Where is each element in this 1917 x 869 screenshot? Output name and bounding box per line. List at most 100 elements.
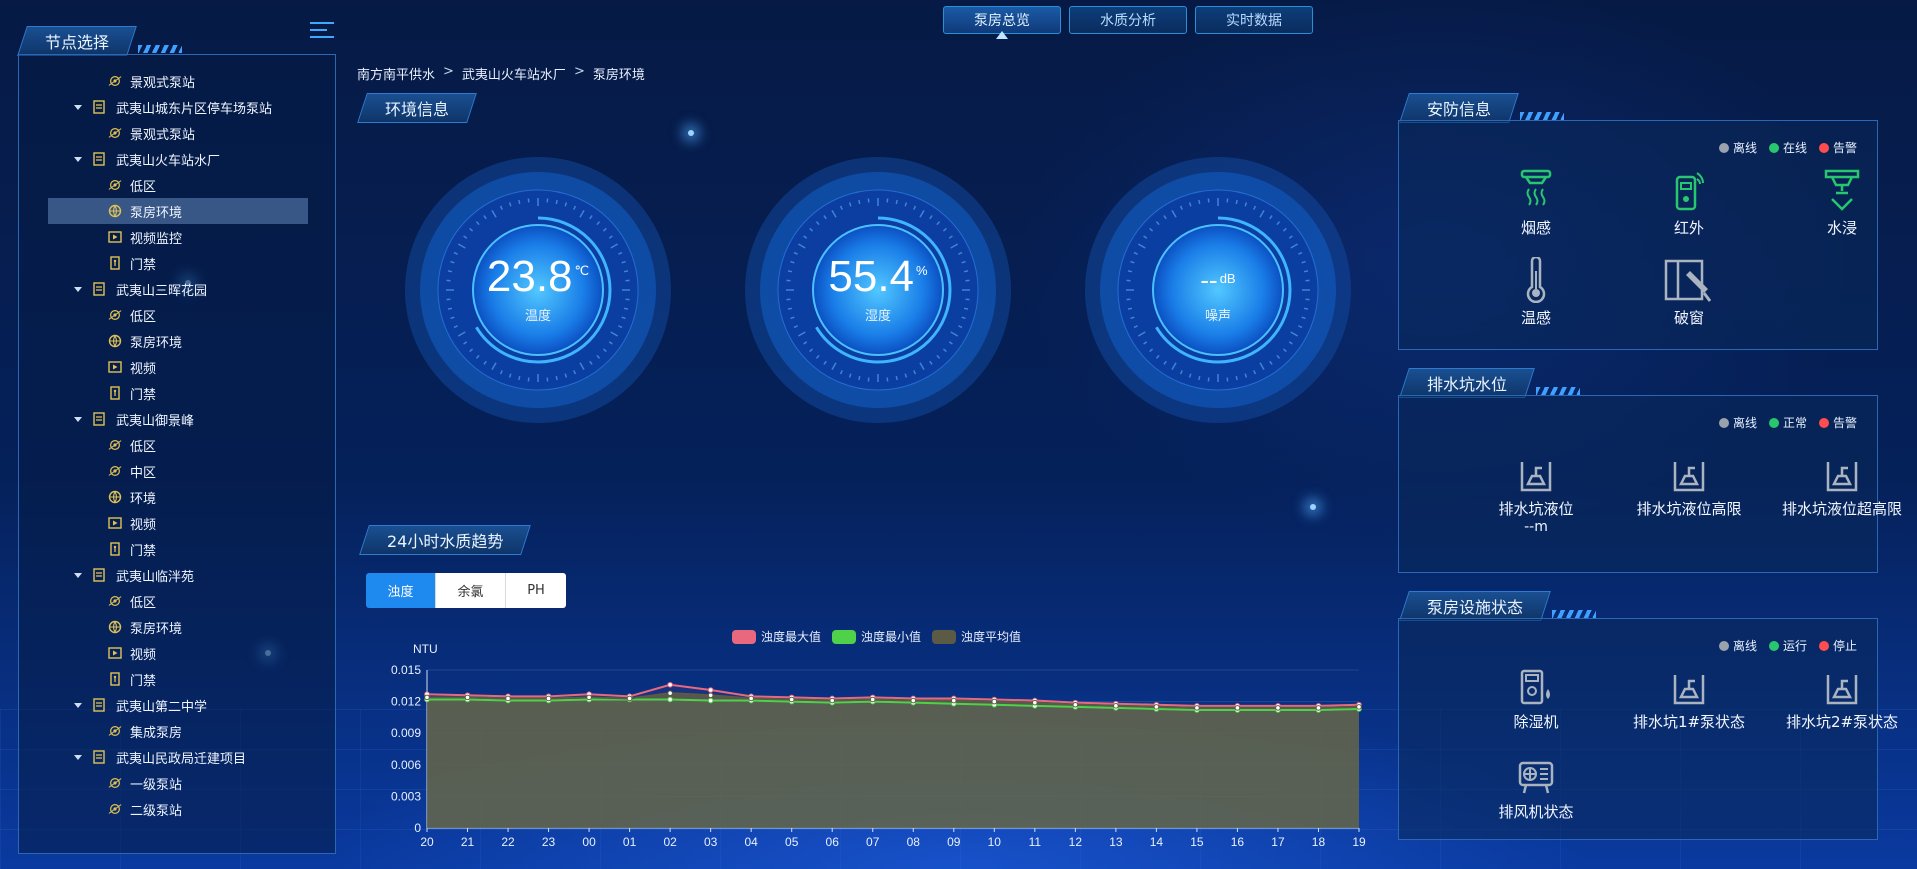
data-point — [869, 696, 876, 703]
chevron-right-icon: > — [573, 64, 585, 79]
tab-turbidity[interactable]: 浊度 — [366, 573, 436, 608]
tree-item-label: 泵房环境 — [130, 205, 183, 221]
legend-normal: 正常 — [1768, 414, 1807, 431]
legend-swatch — [932, 630, 956, 644]
tree-item-label: 武夷山城东片区停车场泵站 — [116, 101, 273, 117]
tree-leaf-item[interactable]: 景观式泵站 — [48, 120, 308, 146]
tree-leaf-item[interactable]: 泵房环境 — [48, 614, 308, 640]
env-info-title: 环境信息 — [357, 93, 477, 123]
pump-icon — [108, 438, 122, 452]
decor-stripes — [138, 45, 183, 53]
tree-group-item[interactable]: 武夷山三晖花园 — [48, 276, 308, 302]
device-window-break[interactable]: 破窗 — [1614, 255, 1764, 328]
tab-pump-overview[interactable]: 泵房总览 — [943, 6, 1061, 39]
sump-level-icon — [1461, 446, 1611, 494]
device-sump-high[interactable]: 排水坑液位高限 — [1614, 446, 1764, 519]
data-point — [424, 694, 430, 701]
tree-leaf-item[interactable]: 视频 — [48, 640, 308, 666]
tab-residual-chlorine[interactable]: 余氯 — [436, 573, 506, 608]
tree-leaf-item[interactable]: 视频 — [48, 510, 308, 536]
status-legend: 离线 运行 停止 — [1718, 637, 1857, 654]
expand-caret-icon[interactable] — [74, 572, 82, 578]
tree-item-label: 视频 — [130, 361, 157, 377]
device-water-leak[interactable]: 水浸 — [1767, 165, 1917, 238]
data-point — [667, 690, 673, 696]
expand-caret-icon[interactable] — [74, 286, 82, 292]
device-sump-pump-1[interactable]: 排水坑1#泵状态 — [1614, 659, 1764, 732]
data-point — [707, 697, 714, 704]
tab-realtime-data[interactable]: 实时数据 — [1195, 6, 1313, 34]
collapse-menu-icon[interactable] — [310, 22, 334, 44]
tree-leaf-item[interactable]: 低区 — [48, 588, 308, 614]
tree-item-label: 视频 — [130, 517, 157, 533]
tree-item-label: 武夷山御景峰 — [116, 413, 195, 429]
chevron-right-icon: > — [443, 64, 454, 79]
tree-leaf-item[interactable]: 泵房环境 — [48, 198, 308, 224]
data-point — [626, 695, 633, 702]
legend-label: 浊度最大值 — [761, 629, 821, 644]
tree-leaf-item[interactable]: 环境 — [48, 484, 308, 510]
tree-leaf-item[interactable]: 低区 — [48, 302, 308, 328]
gauge-label: 湿度 — [864, 309, 891, 324]
tree-leaf-item[interactable]: 集成泵房 — [48, 718, 308, 744]
tree-leaf-item[interactable]: 二级泵站 — [48, 796, 308, 822]
section-title: 安防信息 — [1427, 100, 1492, 119]
sump-overhigh-icon — [1767, 446, 1917, 494]
tree-leaf-item[interactable]: 低区 — [48, 172, 308, 198]
expand-caret-icon[interactable] — [74, 754, 82, 760]
tree-leaf-item[interactable]: 泵房环境 — [48, 328, 308, 354]
tree-leaf-item[interactable]: 视频 — [48, 354, 308, 380]
device-exhaust-fan[interactable]: 排风机状态 — [1461, 749, 1611, 822]
tree-leaf-item[interactable]: 一级泵站 — [48, 770, 308, 796]
tab-water-quality[interactable]: 水质分析 — [1069, 6, 1187, 34]
tab-ph[interactable]: PH — [506, 573, 566, 608]
environment-icon — [108, 334, 122, 348]
thermometer-icon — [1461, 255, 1611, 303]
device-sump-level[interactable]: 排水坑液位 --m — [1461, 446, 1611, 535]
expand-caret-icon[interactable] — [74, 702, 82, 708]
device-temperature[interactable]: 温感 — [1461, 255, 1611, 328]
tree-leaf-item[interactable]: 中区 — [48, 458, 308, 484]
x-tick-label: 03 — [704, 835, 718, 849]
tree-group-item[interactable]: 武夷山民政局迁建项目 — [48, 744, 308, 770]
device-infrared[interactable]: 红外 — [1614, 165, 1764, 238]
breadcrumb-item[interactable]: 武夷山火车站水厂 — [462, 64, 566, 83]
tree-group-item[interactable]: 武夷山火车站水厂 — [48, 146, 308, 172]
pump-icon — [108, 178, 122, 192]
device-label: 排水坑液位 — [1498, 500, 1574, 518]
turbidity-chart: NTU 0 0.003 0.006 0.009 0.012 0.015 20 21 22 23 00 0… — [380, 620, 1370, 860]
y-axis-label: NTU — [413, 642, 438, 656]
device-sump-overhigh[interactable]: 排水坑液位超高限 — [1767, 446, 1917, 519]
series-area — [427, 699, 1359, 828]
tree-leaf-item[interactable]: 门禁 — [48, 666, 308, 692]
breadcrumb-item[interactable]: 南方南平供水 — [357, 64, 435, 83]
tree-leaf-item[interactable]: 门禁 — [48, 250, 308, 276]
expand-caret-icon[interactable] — [74, 416, 82, 422]
tree-leaf-item[interactable]: 视频监控 — [48, 224, 308, 250]
section-title: 24小时水质趋势 — [387, 532, 504, 551]
tree-group-item[interactable]: 武夷山临泮苑 — [48, 562, 308, 588]
tree-leaf-item[interactable]: 低区 — [48, 432, 308, 458]
tree-group-item[interactable]: 武夷山城东片区停车场泵站 — [48, 94, 308, 120]
tree-item-label: 门禁 — [130, 673, 157, 689]
expand-caret-icon[interactable] — [74, 104, 82, 110]
device-dehumidifier[interactable]: 除湿机 — [1461, 659, 1611, 732]
tree-group-item[interactable]: 武夷山御景峰 — [48, 406, 308, 432]
tree-item-label: 低区 — [130, 179, 157, 195]
device-sump-pump-2[interactable]: 排水坑2#泵状态 — [1767, 659, 1917, 732]
noise-gauge: -- dB 噪声 — [1083, 155, 1353, 425]
tree-leaf-item[interactable]: 门禁 — [48, 536, 308, 562]
top-nav: 泵房总览 水质分析 实时数据 — [943, 6, 1313, 39]
video-icon — [108, 360, 122, 374]
tree-leaf-item[interactable]: 门禁 — [48, 380, 308, 406]
tree-item-label: 集成泵房 — [130, 725, 183, 741]
tree-group-item[interactable]: 武夷山第二中学 — [48, 692, 308, 718]
security-title: 安防信息 — [1399, 93, 1565, 123]
data-point — [707, 687, 714, 693]
device-label: 温感 — [1520, 309, 1551, 327]
tree-leaf-item[interactable]: 景观式泵站 — [48, 68, 308, 94]
decor-stripes — [1536, 387, 1581, 395]
device-smoke[interactable]: 烟感 — [1461, 165, 1611, 238]
legend-online: 在线 — [1768, 139, 1807, 156]
expand-caret-icon[interactable] — [74, 156, 82, 162]
